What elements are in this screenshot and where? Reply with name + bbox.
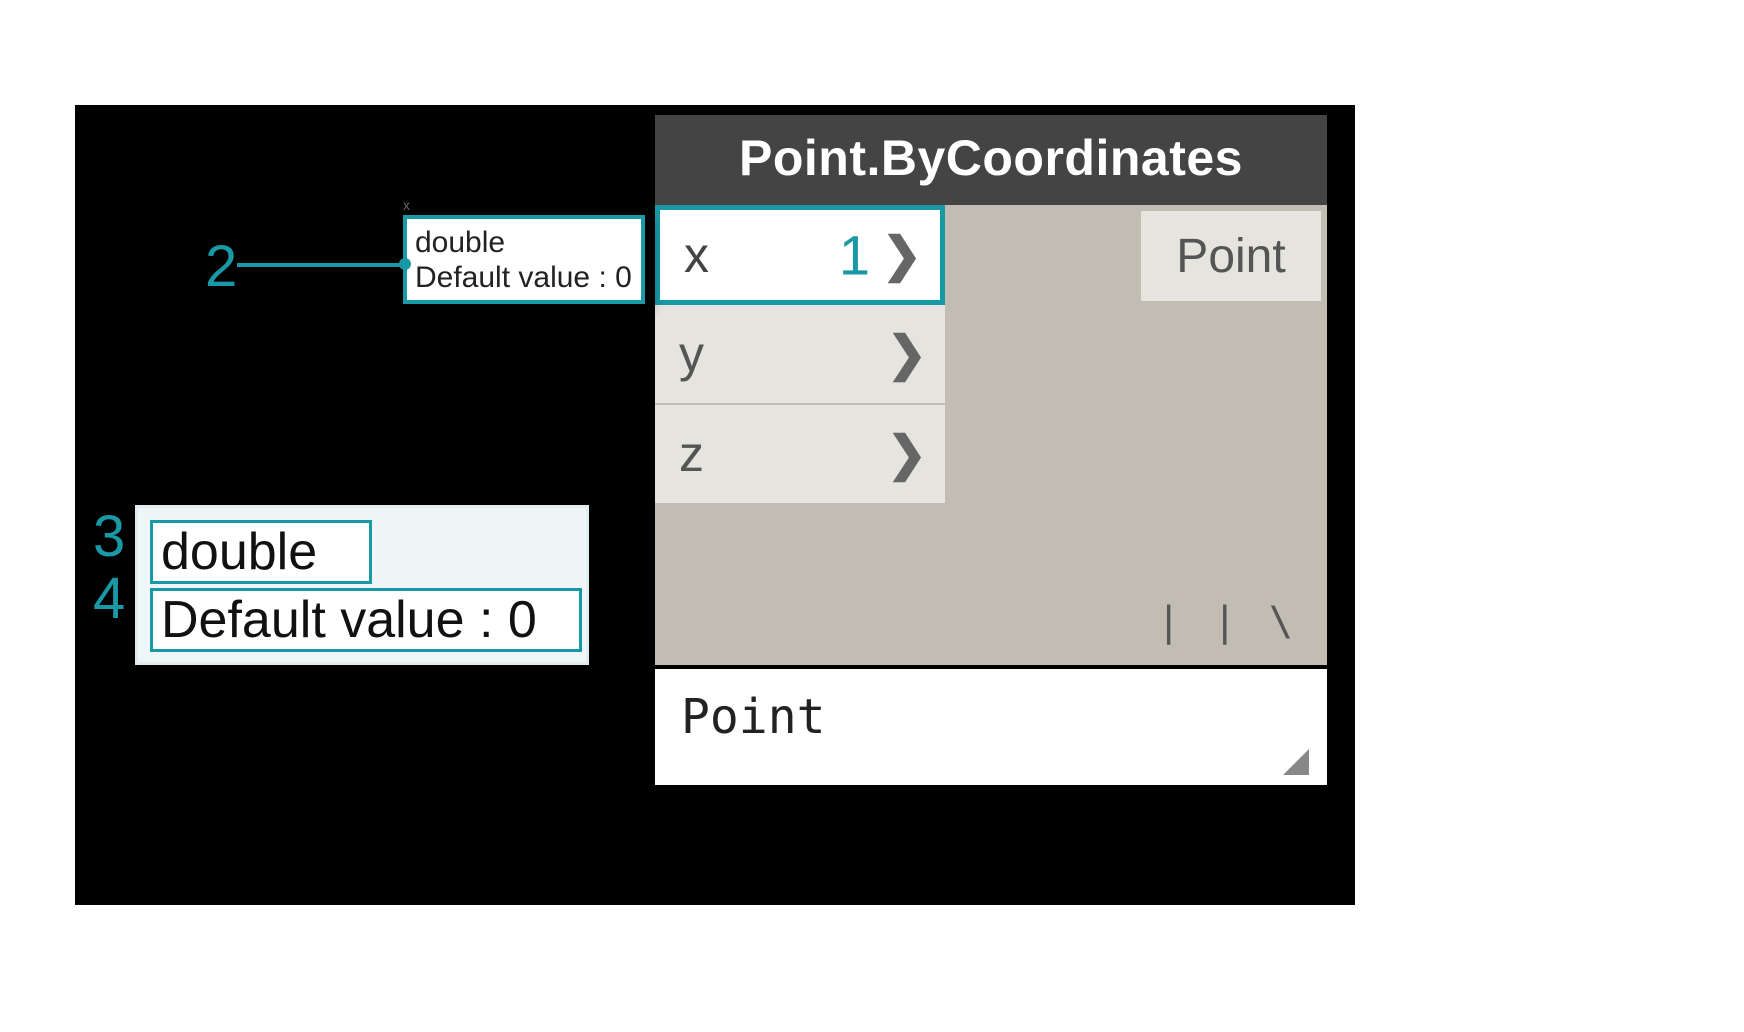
callout-2-dot-icon	[399, 258, 411, 270]
output-port-point[interactable]: Point	[1141, 211, 1321, 301]
resize-handle-icon[interactable]	[1283, 749, 1309, 775]
input-port-label: y	[679, 325, 704, 383]
node-point-by-coordinates[interactable]: Point.ByCoordinates x 1 ❯ y ❯ z ❯ Point	[655, 115, 1333, 791]
tooltip-default: Default value : 0	[415, 260, 633, 295]
tooltip-default-enlarged: Default value : 0	[150, 588, 582, 652]
callout-2-leader	[237, 263, 405, 267]
chevron-right-icon: ❯	[887, 426, 927, 482]
input-port-y[interactable]: y ❯	[655, 305, 945, 405]
graph-canvas[interactable]: Point.ByCoordinates x 1 ❯ y ❯ z ❯ Point	[75, 105, 1355, 905]
node-preview-text: Point	[681, 689, 826, 745]
tooltip-type: double	[415, 225, 633, 260]
input-port-label: x	[684, 226, 709, 284]
tooltip-type-enlarged: double	[150, 520, 372, 584]
input-port-x[interactable]: x 1 ❯	[655, 205, 945, 305]
lacing-indicator-icon[interactable]: | | \	[1157, 599, 1297, 645]
node-body: x 1 ❯ y ❯ z ❯ Point | | \	[655, 205, 1327, 665]
chevron-right-icon: ❯	[887, 326, 927, 382]
chevron-right-icon: ❯	[882, 227, 922, 283]
port-tooltip: double Default value : 0	[403, 215, 645, 304]
tooltip-tag: x	[403, 197, 410, 213]
callout-4: 4	[93, 565, 125, 632]
node-preview[interactable]: Point	[655, 665, 1327, 785]
port-tooltip-enlarged: double Default value : 0	[135, 505, 589, 665]
node-input-ports: x 1 ❯ y ❯ z ❯	[655, 205, 945, 505]
callout-1: 1	[839, 223, 870, 288]
output-port-label: Point	[1176, 229, 1285, 284]
input-port-z[interactable]: z ❯	[655, 405, 945, 505]
callout-3: 3	[93, 503, 125, 570]
input-port-label: z	[679, 425, 704, 483]
callout-2: 2	[205, 233, 237, 300]
node-title: Point.ByCoordinates	[655, 115, 1327, 205]
